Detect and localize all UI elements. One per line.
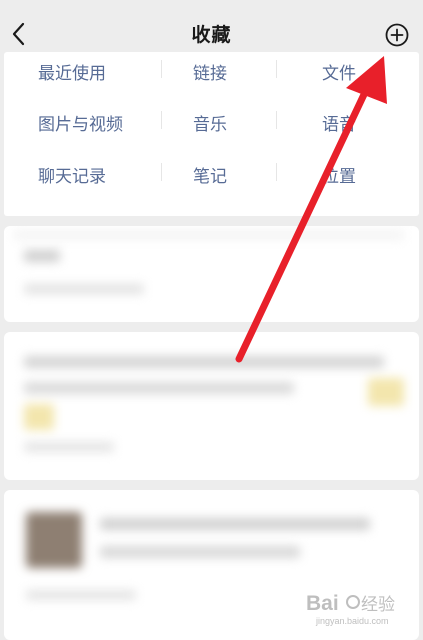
- annotation-arrow: [235, 56, 387, 363]
- svg-text:jingyan.baidu.com: jingyan.baidu.com: [315, 616, 389, 626]
- svg-text:经验: 经验: [361, 595, 395, 615]
- baidu-watermark-logo: Bai 经验 jingyan.baidu.com: [306, 592, 395, 626]
- svg-text:Bai: Bai: [306, 592, 339, 615]
